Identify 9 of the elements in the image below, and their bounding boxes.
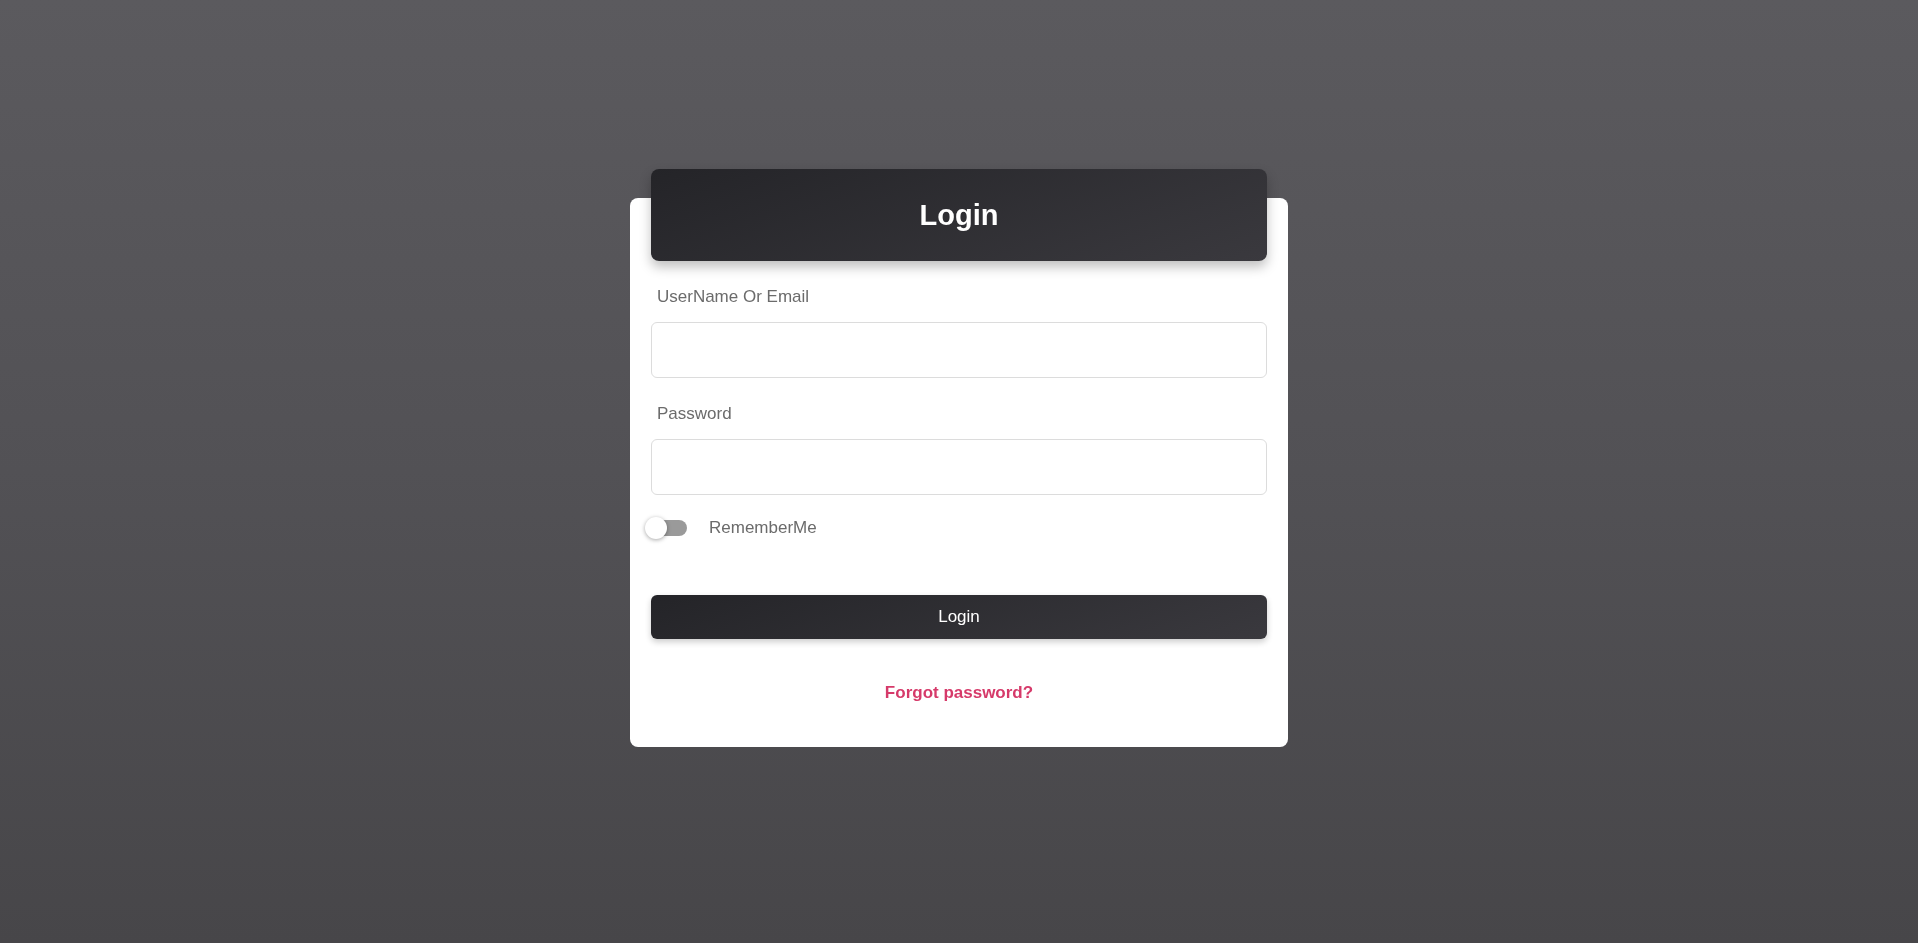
remember-label: RememberMe (709, 518, 817, 538)
username-field[interactable] (651, 322, 1267, 378)
forgot-password-link[interactable]: Forgot password? (884, 683, 1034, 703)
login-button[interactable]: Login (651, 595, 1267, 639)
field-label: Password (657, 404, 732, 424)
remember-toggle[interactable] (645, 517, 689, 539)
login-header: Login (651, 169, 1267, 261)
password-field[interactable] (651, 439, 1267, 495)
field-label: UserName Or Email (657, 287, 810, 307)
